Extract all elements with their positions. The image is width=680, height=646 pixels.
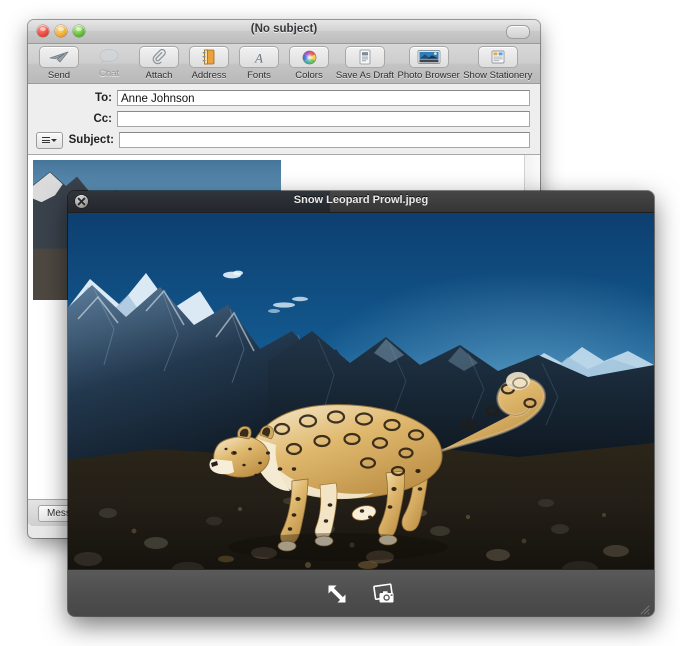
hamburger-lines-icon	[42, 136, 50, 145]
full-screen-button[interactable]	[320, 579, 354, 609]
toolbar-button-fonts[interactable]: A Fonts	[234, 45, 284, 81]
snow-leopard-photo	[68, 213, 654, 569]
toolbar-button-attach[interactable]: Attach	[134, 45, 184, 81]
preview-image-stage[interactable]	[68, 213, 654, 569]
add-to-iphoto-button[interactable]	[368, 579, 402, 609]
stationery-icon	[477, 46, 518, 68]
toolbar-label: Fonts	[247, 70, 271, 81]
cc-row: Cc:	[36, 110, 530, 128]
subject-row: Subject:	[36, 131, 530, 149]
preview-toolbar	[68, 569, 654, 616]
toolbar-label: Colors	[295, 70, 323, 81]
svg-text:A: A	[254, 50, 263, 65]
font-a-icon: A	[239, 46, 279, 68]
mail-toolbar: Send Chat Attach Address A Fonts Colors …	[28, 44, 540, 84]
toolbar-button-show-stationery[interactable]: Show Stationery	[462, 45, 534, 81]
save-draft-icon	[344, 46, 385, 68]
iphoto-camera-icon	[373, 583, 394, 603]
quicklook-preview-window[interactable]: Snow Leopard Prowl.jpeg	[68, 191, 654, 616]
address-book-icon	[189, 46, 229, 68]
toolbar-button-chat[interactable]: Chat	[84, 45, 134, 79]
toolbar-label: Address	[191, 70, 227, 81]
preview-titlebar[interactable]: Snow Leopard Prowl.jpeg	[68, 191, 654, 213]
chat-bubble-icon	[90, 46, 128, 66]
subject-label: Subject:	[68, 134, 114, 146]
toolbar-toggle-button[interactable]	[506, 25, 530, 39]
preview-file-name: Snow Leopard Prowl.jpeg	[293, 194, 429, 206]
photo-browser-icon	[408, 46, 449, 68]
toolbar-label: Chat	[98, 68, 120, 79]
list-menu-dropdown-icon[interactable]	[36, 131, 63, 149]
toolbar-label: Send	[47, 70, 71, 81]
cc-label: Cc:	[93, 113, 112, 125]
toolbar-label: Save As Draft	[335, 70, 394, 81]
toolbar-label: Show Stationery	[463, 70, 533, 81]
mail-titlebar[interactable]: (No subject)	[28, 20, 540, 44]
toolbar-button-photo-browser[interactable]: Photo Browser	[396, 45, 462, 81]
paperclip-icon	[139, 46, 179, 68]
window-title: (No subject)	[250, 23, 318, 35]
toolbar-button-colors[interactable]: Colors	[284, 45, 334, 81]
toolbar-button-address[interactable]: Address	[184, 45, 234, 81]
toolbar-button-save-as-draft[interactable]: Save As Draft	[334, 45, 396, 81]
to-input[interactable]: Anne Johnson	[117, 90, 530, 106]
chevron-down-icon	[51, 138, 57, 142]
subject-input[interactable]	[119, 132, 530, 148]
toolbar-label: Photo Browser	[397, 70, 460, 81]
cc-input[interactable]	[117, 111, 530, 127]
to-row: To: Anne Johnson	[36, 89, 530, 107]
expand-arrows-icon	[328, 585, 346, 603]
to-label: To:	[94, 92, 112, 104]
toolbar-label: Attach	[145, 70, 173, 81]
resize-grip-icon[interactable]	[637, 602, 650, 615]
toolbar-button-send[interactable]: Send	[34, 45, 84, 81]
paper-plane-icon	[39, 46, 79, 68]
mail-header-fields: To: Anne Johnson Cc: Subject:	[28, 84, 540, 155]
color-wheel-icon	[289, 46, 329, 68]
